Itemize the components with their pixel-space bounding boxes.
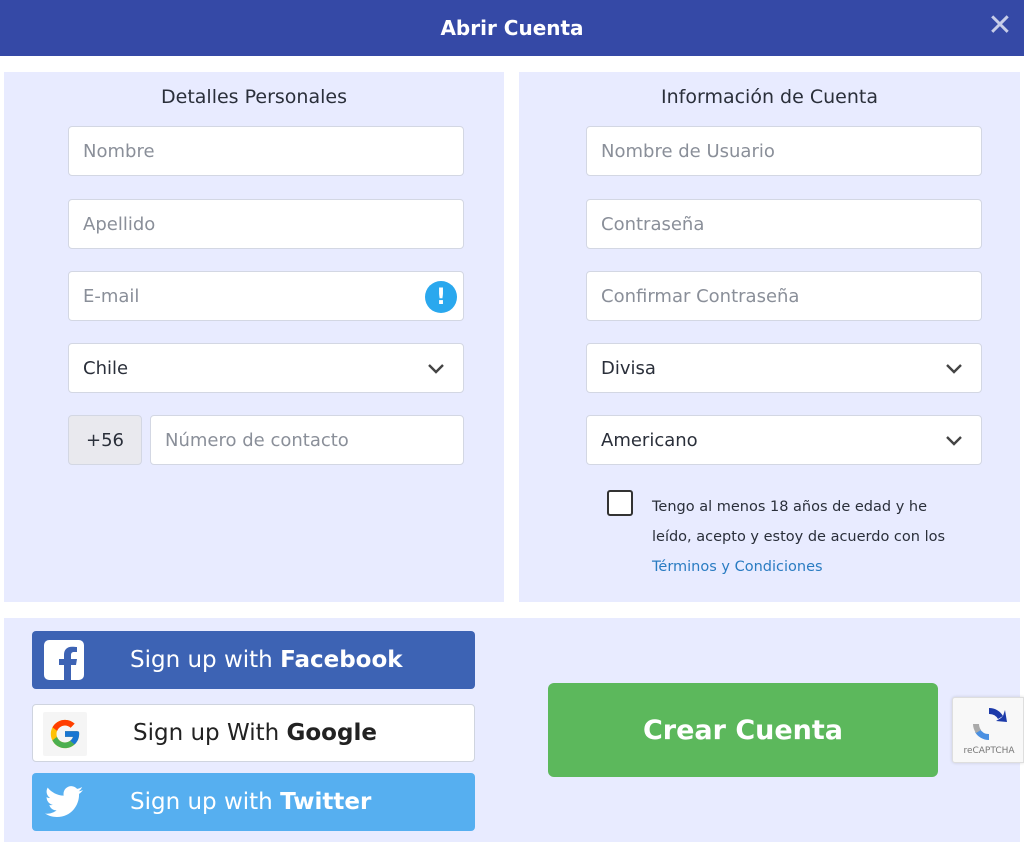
last-name-field[interactable] <box>68 199 464 249</box>
facebook-label-brand: Facebook <box>280 647 403 673</box>
terms-text: Tengo al menos 18 años de edad y he leíd… <box>652 499 946 545</box>
email-field[interactable]: ! <box>68 271 464 321</box>
country-value: Chile <box>83 357 129 379</box>
phone-field[interactable] <box>150 415 464 465</box>
facebook-icon <box>42 638 86 682</box>
account-info-title: Información de Cuenta <box>661 86 878 108</box>
create-account-button[interactable]: Crear Cuenta <box>548 683 938 777</box>
recaptcha-icon <box>973 707 1007 741</box>
twitter-signup-button[interactable]: Sign up with Twitter <box>32 773 475 831</box>
confirm-password-field[interactable] <box>586 271 982 321</box>
personal-details-title: Detalles Personales <box>161 86 347 108</box>
country-select[interactable]: Chile <box>68 343 464 393</box>
password-input[interactable] <box>601 213 967 235</box>
chevron-down-icon <box>946 364 962 374</box>
twitter-icon <box>42 780 86 824</box>
currency-select[interactable]: Divisa <box>586 343 982 393</box>
close-icon[interactable]: ✕ <box>984 10 1016 42</box>
alert-icon[interactable]: ! <box>425 281 457 313</box>
twitter-signup-label: Sign up with Twitter <box>130 789 460 815</box>
first-name-field[interactable] <box>68 126 464 176</box>
terms-link[interactable]: Términos y Condiciones <box>652 559 823 575</box>
username-input[interactable] <box>601 140 967 162</box>
modal-header: Abrir Cuenta ✕ <box>0 0 1024 56</box>
odds-format-select[interactable]: Americano <box>586 415 982 465</box>
twitter-label-brand: Twitter <box>280 789 372 815</box>
facebook-signup-button[interactable]: Sign up with Facebook <box>32 631 475 689</box>
google-signup-label: Sign up With Google <box>133 720 463 746</box>
google-label-prefix: Sign up With <box>133 720 280 746</box>
signup-modal: Abrir Cuenta ✕ Detalles Personales ! Chi… <box>0 0 1024 848</box>
facebook-signup-label: Sign up with Facebook <box>130 647 460 673</box>
google-label-brand: Google <box>286 720 377 746</box>
odds-format-value: Americano <box>601 429 698 451</box>
facebook-label-prefix: Sign up with <box>130 647 273 673</box>
modal-title: Abrir Cuenta <box>440 16 584 40</box>
twitter-label-prefix: Sign up with <box>130 789 273 815</box>
recaptcha-label: reCAPTCHA <box>963 746 1015 756</box>
google-icon <box>43 712 87 756</box>
google-signup-button[interactable]: Sign up With Google <box>32 704 475 762</box>
currency-value: Divisa <box>601 357 656 379</box>
phone-input[interactable] <box>165 429 449 451</box>
confirm-password-input[interactable] <box>601 285 967 307</box>
recaptcha-badge[interactable]: reCAPTCHA <box>952 697 1024 763</box>
chevron-down-icon <box>428 364 444 374</box>
password-field[interactable] <box>586 199 982 249</box>
phone-prefix: +56 <box>68 415 142 465</box>
terms-checkbox[interactable] <box>607 490 633 516</box>
terms-text-block: Tengo al menos 18 años de edad y he leíd… <box>652 492 952 582</box>
chevron-down-icon <box>946 436 962 446</box>
first-name-input[interactable] <box>83 140 449 162</box>
username-field[interactable] <box>586 126 982 176</box>
email-input[interactable] <box>83 285 449 307</box>
last-name-input[interactable] <box>83 213 449 235</box>
